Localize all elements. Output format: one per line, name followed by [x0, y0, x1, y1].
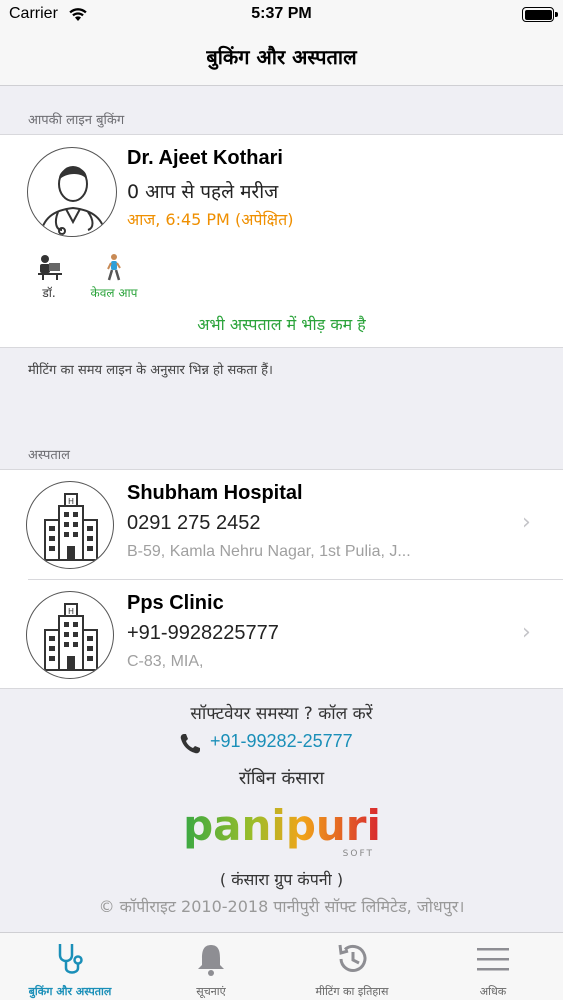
status-bar: Carrier 5:37 PM — [0, 0, 563, 30]
only-you-status: केवल आप — [78, 253, 150, 301]
patients-ahead: 0 आप से पहले मरीज — [127, 181, 279, 203]
navigation-bar: बुकिंग और अस्पताल — [0, 30, 563, 86]
hospital-phone: +91-9928225777 — [127, 622, 279, 644]
doctor-desk-icon — [38, 255, 62, 280]
booking-section-header: आपकी लाइन बुकिंग — [28, 113, 125, 128]
tab-label: अधिक — [479, 985, 507, 998]
hospital-building-icon: H — [26, 591, 114, 679]
booking-card[interactable]: Dr. Ajeet Kothari 0 आप से पहले मरीज आज, … — [0, 134, 563, 348]
tab-booking-hospital[interactable]: बुकिंग और अस्पताल — [0, 933, 140, 1000]
history-icon — [338, 944, 367, 972]
hospital-address: B-59, Kamla Nehru Nagar, 1st Pulia, J... — [127, 543, 411, 560]
svg-text:H: H — [68, 497, 74, 506]
stethoscope-icon — [58, 944, 83, 974]
tab-label: सूचनाएं — [196, 985, 226, 998]
chevron-right-icon: › — [522, 510, 531, 535]
phone-icon — [180, 734, 200, 754]
hospital-name: Shubham Hospital — [127, 482, 303, 504]
hospital-address: C-83, MIA, — [127, 653, 204, 670]
walking-person-icon — [107, 254, 121, 281]
hospital-row[interactable]: H Shubham Hospital 0291 275 2452 B-59, K… — [0, 470, 563, 579]
battery-icon — [522, 7, 558, 22]
timing-note: मीटिंग का समय लाइन के अनुसार भिन्न हो सक… — [28, 363, 273, 378]
doctor-avatar-icon — [27, 147, 117, 237]
doctor-status: डॉ. — [28, 253, 70, 301]
doctor-name: Dr. Ajeet Kothari — [127, 147, 283, 169]
doctor-label: डॉ. — [42, 286, 56, 300]
clock: 5:37 PM — [251, 5, 312, 22]
crowd-status: अभी अस्पताल में भीड़ कम है — [197, 315, 366, 334]
hospital-building-icon: H — [26, 481, 114, 569]
support-owner-name: रॉबिन कंसारा — [238, 768, 325, 789]
panipuri-soft-logo: panipuri SOFT — [183, 801, 381, 859]
tab-label: बुकिंग और अस्पताल — [28, 985, 112, 998]
tab-notifications[interactable]: सूचनाएं — [141, 933, 281, 1000]
logo-subtext: SOFT — [343, 849, 374, 859]
tab-bar: बुकिंग और अस्पताल सूचनाएं मीटिंग का इतिह… — [0, 932, 563, 1000]
support-phone-link[interactable]: +91-99282-25777 — [210, 731, 353, 752]
menu-icon — [477, 948, 509, 971]
support-footer: सॉफ्टवेयर समस्या ? कॉल करें +91-99282-25… — [0, 690, 563, 932]
hospital-list: H Shubham Hospital 0291 275 2452 B-59, K… — [0, 469, 563, 689]
hospital-row[interactable]: H Pps Clinic +91-9928225777 C-83, MIA, › — [0, 580, 563, 689]
support-help-text: सॉफ्टवेयर समस्या ? कॉल करें — [190, 704, 373, 724]
tab-label: मीटिंग का इतिहास — [315, 985, 389, 998]
only-you-label: केवल आप — [90, 286, 138, 300]
company-group: ( कंसारा ग्रुप कंपनी ) — [219, 870, 344, 889]
hospital-name: Pps Clinic — [127, 592, 224, 614]
tab-more[interactable]: अधिक — [423, 933, 563, 1000]
hospital-phone: 0291 275 2452 — [127, 512, 261, 534]
tab-meeting-history[interactable]: मीटिंग का इतिहास — [282, 933, 422, 1000]
page-title: बुकिंग और अस्पताल — [206, 45, 357, 69]
chevron-right-icon: › — [522, 620, 531, 645]
logo-wordmark: panipuri — [183, 801, 381, 850]
svg-text:H: H — [68, 607, 74, 616]
copyright: © कॉपीराइट 2010-2018 पानीपुरी सॉफ्ट लिमि… — [98, 897, 465, 916]
hospitals-section-header: अस्पताल — [28, 448, 70, 463]
bell-icon — [198, 945, 224, 976]
expected-time: आज, 6:45 PM (अपेक्षित) — [127, 210, 294, 229]
